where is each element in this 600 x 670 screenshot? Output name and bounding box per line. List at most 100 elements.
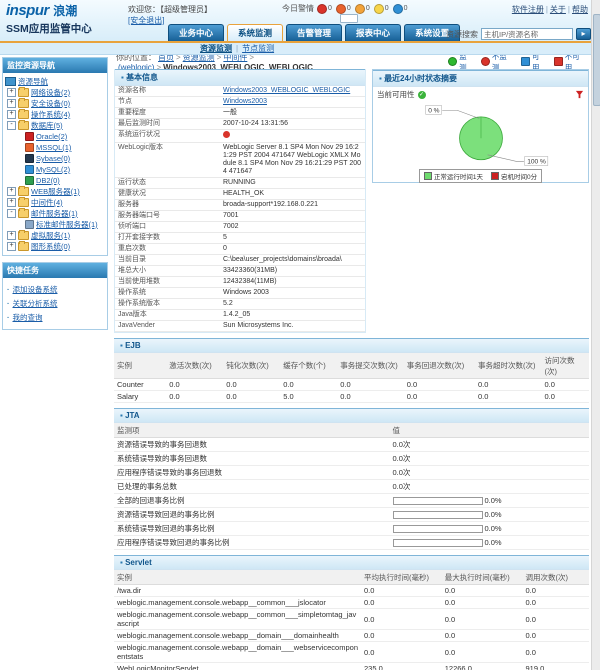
info-label: 堆总大小: [115, 266, 220, 277]
info-value-link[interactable]: Windows2003: [223, 98, 267, 105]
column-header: 最大执行时间(毫秒): [442, 570, 523, 585]
expander-icon[interactable]: -: [7, 121, 16, 130]
cell-value: 0.0: [523, 642, 590, 663]
basic-info-title: 基本信息: [126, 73, 158, 82]
tree-leaf-link[interactable]: Oracle(2): [36, 132, 67, 141]
info-row: 运行状态RUNNING: [115, 178, 365, 189]
tree-node: + 网络设备(2): [5, 87, 105, 98]
quick-tasks-panel: 快捷任务 ·添加设备系统·关联分析系统·我的查询: [2, 262, 108, 330]
folder-icon: [18, 209, 29, 218]
logout-link[interactable]: [安全退出]: [128, 16, 164, 25]
expander-icon[interactable]: +: [7, 99, 16, 108]
subnav-item-2[interactable]: 节点监测: [242, 43, 274, 54]
info-label: 最后监测时间: [115, 119, 220, 130]
tree-node-link[interactable]: 中间件(4): [31, 197, 63, 208]
expander-icon[interactable]: +: [7, 231, 16, 240]
metric-value-text: 0.0次: [393, 440, 411, 449]
info-row: 服务器端口号7001: [115, 211, 365, 222]
tab-3[interactable]: 告警管理: [286, 24, 342, 41]
header-link-2[interactable]: 关于: [550, 5, 566, 14]
subnav-item-1[interactable]: 资源监测: [200, 43, 232, 54]
expander-icon[interactable]: -: [7, 209, 16, 218]
folder-icon: [18, 187, 29, 196]
cell-value: 0.0: [475, 379, 542, 391]
tree-node: + 安全设备(0): [5, 98, 105, 109]
metric-label: 资源错误导致的事务回退数: [114, 438, 390, 452]
table-row: 应用程序错误导致的事务回退数0.0次: [114, 466, 589, 480]
subnav-items: 资源监测|节点监测: [200, 43, 274, 54]
expander-icon[interactable]: +: [7, 187, 16, 196]
tree-node-link[interactable]: 网络设备(2): [31, 87, 70, 98]
search-button[interactable]: ▸: [576, 28, 591, 40]
breadcrumb-link[interactable]: 资源监测: [183, 55, 215, 62]
expander-icon[interactable]: +: [7, 88, 16, 97]
header: inspur 浪潮 SSM应用监管中心 欢迎您：【超级管理员】 [安全退出] 今…: [0, 0, 600, 54]
tab-1[interactable]: 业务中心: [168, 24, 224, 41]
breadcrumb-link[interactable]: 中间件: [223, 55, 247, 62]
info-value: 5: [220, 233, 365, 244]
filter-icon[interactable]: [575, 90, 584, 99]
column-header: 平均执行时间(毫秒): [361, 570, 442, 585]
expander-icon[interactable]: +: [7, 198, 16, 207]
info-value-link[interactable]: Windows2003_WEBLOGIC_WEBLOGIC: [223, 87, 350, 94]
info-row: WebLogic版本WebLogic Server 8.1 SP4 Mon No…: [115, 143, 365, 178]
info-row: 资源名称Windows2003_WEBLOGIC_WEBLOGIC: [115, 86, 365, 97]
cell-value: 0.0: [475, 391, 542, 403]
tab-2[interactable]: 系统监测: [227, 24, 283, 41]
task-item: ·关联分析系统: [7, 298, 103, 309]
expander-icon[interactable]: +: [7, 242, 16, 251]
scrollbar[interactable]: [591, 0, 600, 670]
header-link-1[interactable]: 软件注册: [512, 5, 544, 14]
check-icon: ✓: [418, 91, 426, 99]
tree-leaf-link[interactable]: MySQL(2): [36, 165, 70, 174]
legend-label: 正常运行时间1天: [434, 171, 483, 181]
breadcrumb-link[interactable]: 首页: [158, 55, 174, 62]
tree-root-link[interactable]: 资源导航: [18, 76, 48, 87]
metric-value-text: 0.0次: [393, 468, 411, 477]
alarm-detail-box[interactable]: [340, 14, 358, 23]
minor-alarm-icon: [355, 4, 365, 14]
task-link-1[interactable]: 添加设备系统: [13, 284, 58, 295]
scrollbar-thumb[interactable]: [593, 14, 600, 106]
metric-value-text: 0.0%: [485, 538, 502, 547]
tree-node-link[interactable]: 邮件服务器(1): [31, 208, 78, 219]
task-link-3[interactable]: 我的查询: [13, 312, 43, 323]
tab-4[interactable]: 报表中心: [345, 24, 401, 41]
legend-item: 正常运行时间1天: [424, 171, 483, 181]
bullet-icon: ·: [7, 313, 10, 322]
mssql-icon: [25, 143, 34, 152]
cell-value: 0.0: [442, 609, 523, 630]
tree-leaf: MySQL(2): [5, 164, 105, 175]
metric-value: 0.0%: [390, 536, 590, 550]
tree-leaf-link[interactable]: 标准邮件服务器(1): [36, 219, 98, 230]
tree-node-link[interactable]: 虚拟服务(1): [31, 230, 70, 241]
metric-label: 应用程序错误导致的事务回退数: [114, 466, 390, 480]
task-item: ·添加设备系统: [7, 284, 103, 295]
search-input[interactable]: [481, 28, 573, 40]
search-label: 资源搜索: [446, 29, 478, 40]
tree-node: - 邮件服务器(1): [5, 208, 105, 219]
folder-icon: [18, 110, 29, 119]
tree-node-link[interactable]: 图形系统(0): [31, 241, 70, 252]
tree-leaf-link[interactable]: Sybase(0): [36, 154, 70, 163]
info-label: 侦听端口: [115, 222, 220, 233]
tree-leaf-link[interactable]: DB2(0): [36, 176, 60, 185]
task-link-2[interactable]: 关联分析系统: [13, 298, 58, 309]
tree-node-link[interactable]: 操作系统(4): [31, 109, 70, 120]
tree-node-link[interactable]: 安全设备(0): [31, 98, 70, 109]
info-value: HEALTH_OK: [220, 189, 365, 200]
info-label: 运行状态: [115, 178, 220, 189]
oracle-icon: [25, 132, 34, 141]
pie-legend: 正常运行时间1天宕机时间0分: [419, 169, 542, 183]
cell-value: 0.0: [223, 391, 280, 403]
tree-leaf-link[interactable]: MSSQL(1): [36, 143, 71, 152]
cell-value: 0.0: [542, 379, 590, 391]
expander-icon[interactable]: +: [7, 110, 16, 119]
alarm-label: 今日警情: [282, 3, 314, 14]
header-link-3[interactable]: 帮助: [572, 5, 588, 14]
tree-node: - 数据库(5): [5, 120, 105, 131]
metric-value: 0.0次: [390, 438, 590, 452]
tree-node-link[interactable]: 数据库(5): [31, 120, 63, 131]
info-row: 最后监测时间2007-10-24 13:31:56: [115, 119, 365, 130]
tree-node-link[interactable]: WEB服务器(1): [31, 186, 80, 197]
